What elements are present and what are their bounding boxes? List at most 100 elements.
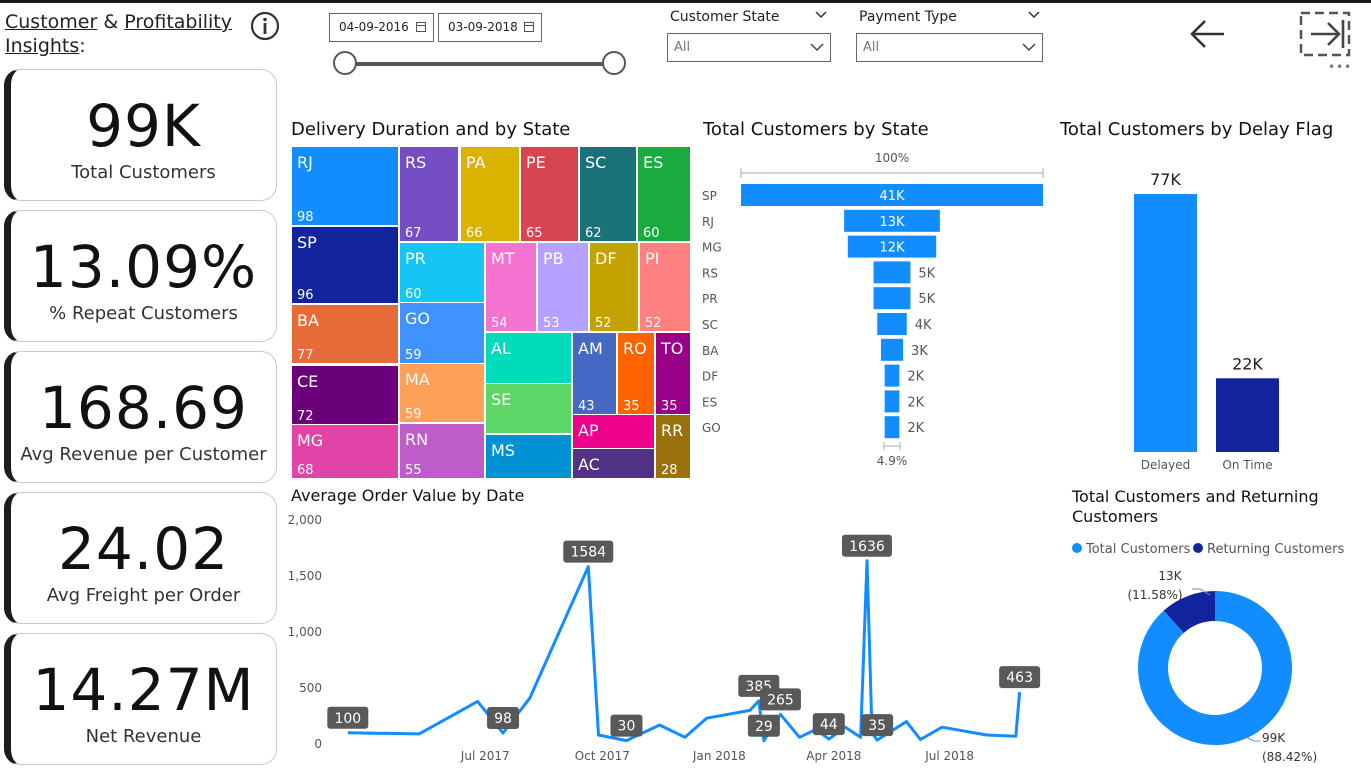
delay-bar-chart[interactable]: 77K Delayed 22K On Time bbox=[1100, 150, 1330, 480]
kpi-value: 13.09% bbox=[29, 233, 258, 301]
funnel-value-label: 12K bbox=[879, 241, 905, 256]
line-series bbox=[347, 559, 1022, 743]
delay-bar-value-label: 77K bbox=[1150, 170, 1181, 189]
payment-type-label: Payment Type bbox=[859, 9, 957, 25]
treemap-tile-label: AP bbox=[578, 421, 599, 440]
treemap-tile-mg: MG 68 bbox=[292, 425, 398, 478]
back-arrow-icon[interactable] bbox=[1188, 17, 1228, 51]
line-data-label: 265 bbox=[759, 688, 801, 711]
treemap-tile-value: 52 bbox=[645, 316, 662, 331]
treemap-tile-value: 66 bbox=[466, 226, 483, 241]
line-data-label: 463 bbox=[999, 666, 1041, 689]
date-end-input[interactable]: 03-09-2018 bbox=[438, 13, 542, 42]
funnel-value-label: 13K bbox=[879, 215, 905, 230]
customer-state-dropdown[interactable]: All bbox=[667, 33, 831, 62]
treemap-tile-label: PI bbox=[645, 249, 659, 268]
donut-legend-label: Total Customers bbox=[1085, 542, 1191, 557]
funnel-bar bbox=[873, 287, 911, 310]
treemap-tile-value: 77 bbox=[297, 348, 314, 363]
treemap-tile-label: SE bbox=[491, 390, 511, 409]
funnel-title: Total Customers by State bbox=[703, 119, 929, 140]
date-end-value: 03-09-2018 bbox=[448, 20, 518, 34]
title-colon: : bbox=[79, 35, 86, 57]
delay-chart-title: Total Customers by Delay Flag bbox=[1060, 119, 1334, 140]
line-data-label-text: 30 bbox=[618, 719, 636, 735]
treemap-tile-value: 98 bbox=[297, 210, 314, 225]
treemap-tile-se: SE bbox=[486, 384, 571, 433]
funnel-bar bbox=[884, 390, 900, 413]
funnel-bar bbox=[877, 313, 907, 335]
treemap-tile-ma: MA 59 bbox=[400, 364, 484, 422]
treemap-tile-rj: RJ 98 bbox=[292, 147, 398, 225]
treemap-tile-sc: SC 62 bbox=[580, 147, 636, 241]
treemap-chart[interactable]: RJ 98 SP 96 BA 77 CE 72 MG 68 RS 67 PA 66 PE 65 SC 62 ES 60… bbox=[290, 145, 692, 480]
line-data-label-text: 100 bbox=[334, 711, 361, 727]
exit-icon[interactable] bbox=[1299, 11, 1351, 57]
treemap-tile-label: RS bbox=[405, 153, 426, 172]
donut-label-returning-value: 13K bbox=[1158, 569, 1182, 583]
payment-type-dropdown[interactable]: All bbox=[856, 33, 1043, 62]
calendar-icon[interactable] bbox=[524, 22, 534, 32]
treemap-tile-label: RN bbox=[405, 430, 428, 449]
treemap-tile-df: DF 52 bbox=[590, 243, 638, 331]
payment-type-value: All bbox=[863, 40, 880, 55]
treemap-tile-label: MA bbox=[405, 370, 430, 389]
donut-slice-total-customers bbox=[1138, 591, 1292, 745]
customer-state-value: All bbox=[674, 40, 691, 55]
title-amp: & bbox=[97, 11, 125, 33]
line-data-label: 35 bbox=[861, 714, 894, 737]
funnel-category-label: PR bbox=[702, 292, 718, 306]
line-data-label: 44 bbox=[812, 713, 845, 736]
treemap-title: Delivery Duration and by State bbox=[291, 119, 571, 140]
title-profitability[interactable]: Profitability bbox=[124, 11, 232, 33]
kpi-label: % Repeat Customers bbox=[49, 303, 238, 324]
treemap-tile-pb: PB 53 bbox=[538, 243, 588, 331]
line-data-label: 1636 bbox=[841, 534, 892, 557]
funnel-bar bbox=[884, 416, 900, 439]
funnel-category-label: RS bbox=[702, 266, 718, 280]
treemap-tile-value: 72 bbox=[297, 409, 314, 424]
kpi-card-total-customers: 99K Total Customers bbox=[4, 69, 277, 201]
delay-bar-category-label: Delayed bbox=[1141, 458, 1190, 472]
date-slider-end-handle[interactable] bbox=[602, 51, 626, 75]
title-customer[interactable]: Customer bbox=[5, 11, 97, 33]
funnel-value-label: 4K bbox=[915, 318, 932, 333]
treemap-tile-to: TO 35 bbox=[656, 333, 690, 414]
treemap-tile-label: AL bbox=[491, 339, 511, 358]
funnel-category-label: SP bbox=[702, 189, 717, 203]
treemap-tile-label: PR bbox=[405, 249, 426, 268]
treemap-tile-pi: PI 52 bbox=[640, 243, 690, 331]
kpi-label: Avg Revenue per Customer bbox=[20, 444, 267, 465]
funnel-category-label: SC bbox=[702, 318, 718, 332]
line-chart[interactable]: 0 500 1,000 1,500 2,000 Jul 2017 Oct 2017 Jan 2… bbox=[280, 505, 1060, 773]
treemap-tile-label: PE bbox=[526, 153, 546, 172]
line-data-label-text: 1636 bbox=[849, 539, 885, 555]
treemap-tile-value: 96 bbox=[297, 288, 314, 303]
treemap-tile-value: 35 bbox=[661, 399, 678, 414]
donut-chart[interactable]: Total Customers Returning Customers 13K (11… bbox=[1060, 535, 1370, 773]
line-data-label-text: 98 bbox=[494, 711, 512, 727]
info-icon[interactable] bbox=[250, 11, 280, 41]
kpi-card-repeat-customers: 13.09% % Repeat Customers bbox=[4, 210, 277, 342]
funnel-chart[interactable]: 100% SP 41K RJ 13K MG 12K RS 5K PR 5K SC 4K BA 3K DF 2K E… bbox=[700, 145, 1050, 480]
funnel-value-label: 3K bbox=[911, 344, 928, 359]
delay-bar-on-time bbox=[1216, 378, 1279, 452]
chevron-down-icon[interactable] bbox=[1028, 9, 1040, 21]
treemap-tile-go: GO 59 bbox=[400, 303, 484, 363]
chevron-down-icon[interactable] bbox=[815, 9, 827, 21]
more-options-icon[interactable]: ••• bbox=[1328, 60, 1352, 74]
treemap-tile-value: 65 bbox=[526, 226, 543, 241]
calendar-icon[interactable] bbox=[416, 22, 426, 32]
date-slider-start-handle[interactable] bbox=[333, 51, 357, 75]
treemap-tile-mt: MT 54 bbox=[486, 243, 536, 331]
donut-label-total-value: 99K bbox=[1262, 731, 1286, 745]
date-start-input[interactable]: 04-09-2016 bbox=[329, 13, 434, 42]
treemap-tile-rn: RN 55 bbox=[400, 424, 484, 478]
funnel-category-label: RJ bbox=[702, 215, 714, 229]
date-slider-track[interactable] bbox=[345, 62, 615, 66]
title-insights[interactable]: Insights bbox=[5, 35, 79, 57]
funnel-category-label: GO bbox=[702, 421, 721, 435]
treemap-tile-am: AM 43 bbox=[573, 333, 616, 414]
donut-legend-label: Returning Customers bbox=[1207, 542, 1345, 557]
customer-state-label: Customer State bbox=[670, 9, 780, 25]
